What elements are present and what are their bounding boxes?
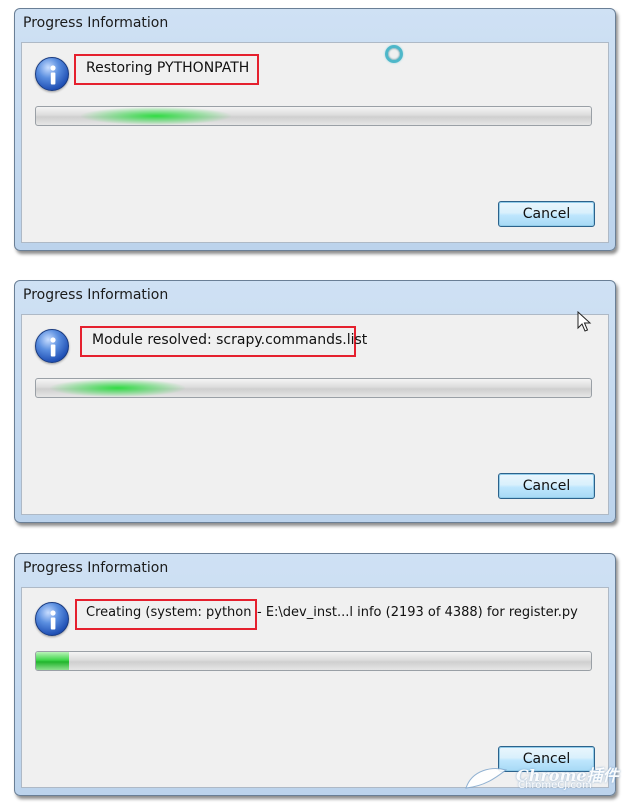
- dialog-body: Restoring PYTHONPATH Cancel: [21, 42, 609, 243]
- cancel-button[interactable]: Cancel: [498, 201, 595, 227]
- dialog-body: Module resolved: scrapy.commands.list Ca…: [21, 314, 609, 515]
- leaf-logo-icon: [465, 768, 508, 789]
- dialog-body: Creating (system: python - E:\dev_inst..…: [21, 587, 609, 788]
- progress-bar: [35, 651, 592, 671]
- dialog-title: Progress Information: [23, 287, 169, 303]
- arrow-pointer-icon: [577, 311, 592, 332]
- cancel-button[interactable]: Cancel: [498, 473, 595, 499]
- watermark-url: ChromeCJ.com: [518, 780, 592, 791]
- progress-message-detail: - E:\dev_inst...l info (2193 of 4388) fo…: [257, 605, 578, 620]
- progress-indicator: [50, 379, 185, 397]
- info-icon: [35, 602, 69, 636]
- dialog-title: Progress Information: [23, 15, 169, 31]
- busy-cursor-icon: [385, 45, 403, 63]
- progress-message: Module resolved: scrapy.commands.list: [92, 332, 368, 348]
- progress-dialog-1: Progress Information Restoring PYTHONPAT…: [14, 8, 616, 251]
- progress-fill: [36, 652, 70, 670]
- progress-bar: [35, 378, 592, 398]
- progress-dialog-2: Progress Information Module resolved: sc…: [14, 280, 616, 523]
- info-icon: [35, 57, 69, 91]
- watermark: Chrome插件 ChromeCJ.com: [462, 760, 622, 796]
- progress-bar: [35, 106, 592, 126]
- progress-message: Restoring PYTHONPATH: [86, 60, 250, 76]
- dialog-title: Progress Information: [23, 560, 169, 576]
- progress-message: Creating (system: python: [86, 605, 252, 620]
- info-icon: [35, 329, 69, 363]
- progress-indicator: [81, 107, 231, 125]
